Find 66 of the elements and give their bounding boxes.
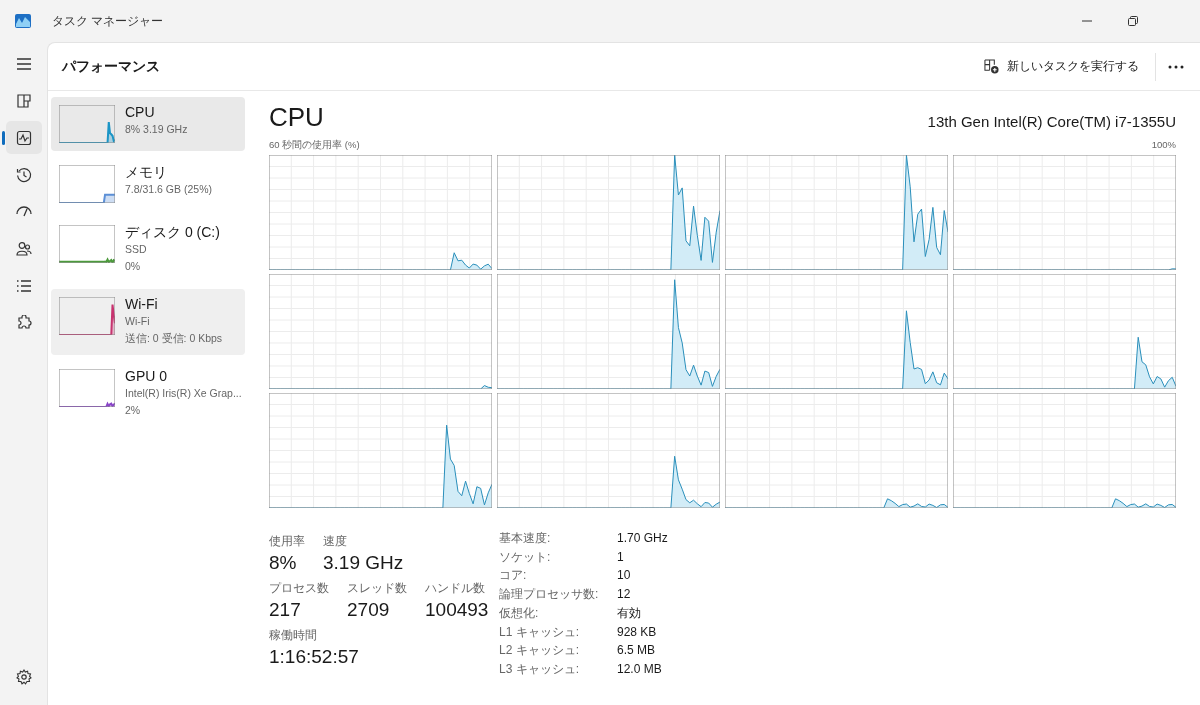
device-detail: 送信: 0 受信: 0 Kbps <box>125 331 223 346</box>
device-name: メモリ <box>125 163 168 181</box>
stat-label: 速度 <box>323 533 348 549</box>
spec-label: コア: <box>499 567 528 585</box>
clock-icon <box>15 166 32 183</box>
device-detail: Wi-Fi <box>125 314 151 329</box>
device-name: Wi-Fi <box>125 295 159 313</box>
device-detail: 0% <box>125 259 142 274</box>
restore-icon[interactable] <box>1128 16 1138 26</box>
puzzle-icon <box>15 314 32 331</box>
graph-label: 60 秒間の使用率 (%) <box>269 139 360 152</box>
device-title: CPU <box>269 101 324 133</box>
device-item[interactable]: GPU 0 Intel(R) Iris(R) Xe Grap... 2% <box>51 361 245 427</box>
processor-model: 13th Gen Intel(R) Core(TM) i7-1355U <box>927 113 1176 130</box>
device-item[interactable]: CPU 8% 3.19 GHz <box>51 97 245 151</box>
run-new-task-button[interactable]: 新しいタスクを実行する <box>978 52 1145 81</box>
spec-value: 1 <box>617 548 625 566</box>
stat-label: ハンドル数 <box>425 580 486 596</box>
device-detail: 2% <box>125 403 142 418</box>
grid-icon <box>15 92 32 109</box>
stat-value: 8% <box>269 551 298 575</box>
device-detail: Intel(R) Iris(R) Xe Grap... <box>125 386 242 401</box>
device-name: ディスク 0 (C:) <box>125 223 220 241</box>
spec-label: ソケット: <box>499 548 552 566</box>
spec-label: L1 キャッシュ: <box>499 623 580 641</box>
spec-value: 6.5 MB <box>617 642 656 660</box>
new-task-icon <box>984 59 999 74</box>
spec-label: L2 キャッシュ: <box>499 642 580 660</box>
spec-value: 1.70 GHz <box>617 530 668 547</box>
spec-label: L3 キャッシュ: <box>499 660 580 678</box>
more-icon[interactable] <box>1168 64 1184 69</box>
stat-value: 2709 <box>347 598 391 622</box>
spec-value: 928 KB <box>617 623 658 641</box>
stat-label: 使用率 <box>269 533 305 549</box>
stat-label: プロセス数 <box>269 580 329 596</box>
stat-label: スレッド数 <box>347 580 407 596</box>
window-title: タスク マネージャー <box>52 12 164 30</box>
device-detail: 8% 3.19 GHz <box>125 122 188 137</box>
app-icon <box>15 14 31 28</box>
device-item[interactable]: ディスク 0 (C:) SSD 0% <box>51 217 245 283</box>
device-item[interactable]: メモリ 7.8/31.6 GB (25%) <box>51 157 245 211</box>
device-detail: 7.8/31.6 GB (25%) <box>125 182 212 197</box>
spec-value: 12 <box>617 586 632 604</box>
stat-label: 稼働時間 <box>269 627 318 643</box>
spec-value: 有効 <box>617 604 642 622</box>
device-name: GPU 0 <box>125 367 168 385</box>
device-detail: SSD <box>125 242 148 257</box>
nav-item[interactable] <box>5 121 42 154</box>
spec-label: 仮想化: <box>499 604 540 622</box>
users-icon <box>15 240 32 257</box>
spec-value: 12.0 MB <box>617 660 663 678</box>
graph-max-label: 100% <box>1151 139 1176 152</box>
device-item[interactable]: Wi-Fi Wi-Fi 送信: 0 受信: 0 Kbps <box>51 289 245 355</box>
stat-value: 3.19 GHz <box>323 551 404 575</box>
spec-label: 基本速度: <box>499 530 552 547</box>
settings-icon <box>15 668 32 685</box>
list-icon <box>15 277 32 294</box>
pulse-icon <box>15 129 32 146</box>
page-title: パフォーマンス <box>62 57 160 76</box>
stat-value: 100493 <box>425 598 489 622</box>
menu-icon <box>15 55 32 72</box>
stat-value: 1:16:52:57 <box>269 645 359 669</box>
device-name: CPU <box>125 103 156 121</box>
stat-value: 217 <box>269 598 302 622</box>
spec-value: 10 <box>617 567 632 585</box>
spec-label: 論理プロセッサ数: <box>499 586 600 604</box>
